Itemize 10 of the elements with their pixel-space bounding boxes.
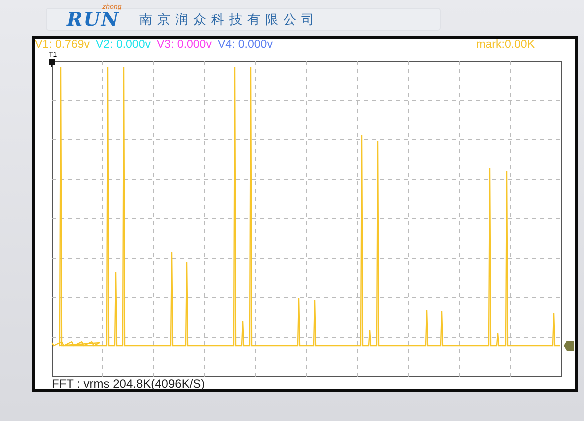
company-name: 南京润众科技有限公司 bbox=[140, 12, 320, 28]
channel-readout: V1: 0.769v bbox=[35, 39, 90, 52]
fft-status: FFT : vrms 204.8K(4096K/S) bbox=[52, 377, 206, 391]
logo-text: RUN bbox=[67, 10, 120, 30]
channel-readout: V3: 0.000v bbox=[156, 39, 212, 52]
level-marker-icon bbox=[564, 341, 574, 351]
channel-readout: V4: 0.000v bbox=[218, 39, 273, 52]
channel-readout: V2: 0.000v bbox=[96, 39, 151, 52]
mark-readout: mark:0.00K bbox=[476, 39, 535, 52]
cursor-marker-icon bbox=[49, 59, 55, 67]
